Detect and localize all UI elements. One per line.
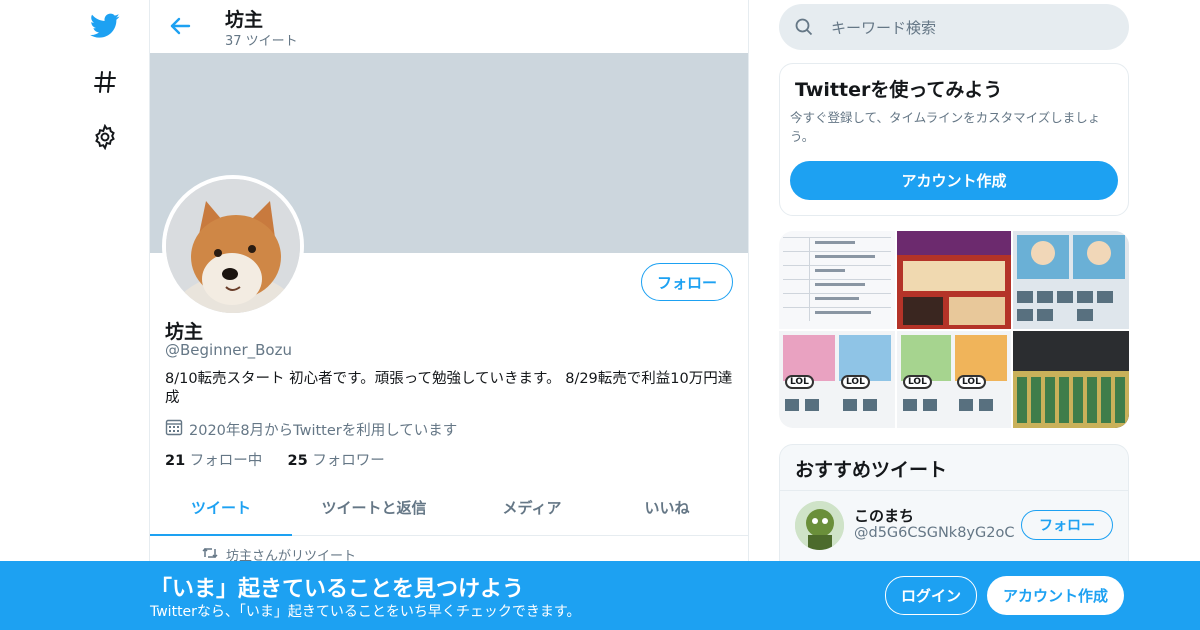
- calendar-icon: [165, 418, 183, 440]
- profile-tabs: ツイート ツイートと返信 メディア いいね: [150, 480, 748, 536]
- bottom-create-account-button[interactable]: アカウント作成: [987, 576, 1124, 615]
- recommended-title: おすすめツイート: [795, 459, 948, 481]
- login-button[interactable]: ログイン: [885, 576, 977, 615]
- search-box[interactable]: [779, 4, 1129, 52]
- lol-label: LOL: [841, 375, 870, 389]
- followers-label: フォロワー: [312, 453, 385, 469]
- hashtag-icon[interactable]: [90, 67, 120, 97]
- recommended-name: このまち: [854, 507, 915, 525]
- profile-column: 坊主 37 ツイート フォロー 坊主 @Beginner_Bozu 8/10転売…: [149, 0, 749, 630]
- create-account-button[interactable]: アカウント作成: [790, 161, 1118, 200]
- avatar[interactable]: [162, 175, 304, 317]
- signup-prompt-bar: 「いま」起きていることを見つけよう Twitterなら、「いま」起きていることを…: [0, 561, 1200, 630]
- following-stat[interactable]: 21 フォロー中: [165, 453, 262, 469]
- try-twitter-card: Twitterを使ってみよう 今すぐ登録して、タイムラインをカスタマイズしましょ…: [779, 63, 1129, 216]
- profile-header: 坊主 37 ツイート: [150, 0, 748, 53]
- recommended-avatar[interactable]: [795, 501, 844, 550]
- twitter-bird-icon[interactable]: [90, 11, 120, 41]
- following-count: 21: [165, 453, 186, 469]
- profile-name: 坊主: [165, 321, 204, 343]
- recommended-user[interactable]: このまち @d5G6CSGNk8yG2oC フォロー: [780, 490, 1128, 561]
- following-label: フォロー中: [189, 453, 263, 469]
- tab-likes[interactable]: いいね: [608, 480, 726, 535]
- profile-joined: 2020年8月からTwitterを利用しています: [165, 418, 457, 440]
- media-grid: LOL LOL LOL LOL: [779, 231, 1129, 428]
- try-card-description: 今すぐ登録して、タイムラインをカスタマイズしましょう。: [790, 110, 1101, 144]
- followers-count: 25: [287, 453, 308, 469]
- tab-media[interactable]: メディア: [456, 480, 608, 535]
- tab-tweets-and-replies[interactable]: ツイートと返信: [292, 480, 456, 535]
- recommended-handle: @d5G6CSGNk8yG2oC: [854, 525, 1015, 541]
- media-thumbnails[interactable]: [779, 231, 1129, 428]
- header-name: 坊主: [225, 9, 264, 31]
- back-arrow-icon[interactable]: [168, 12, 194, 40]
- bottom-bar-title: 「いま」起きていることを見つけよう: [150, 577, 525, 602]
- profile-handle: @Beginner_Bozu: [165, 341, 292, 359]
- follow-button[interactable]: フォロー: [641, 263, 733, 301]
- search-icon: [795, 18, 813, 40]
- profile-stats: 21 フォロー中 25 フォロワー: [165, 449, 385, 470]
- joined-text: 2020年8月からTwitterを利用しています: [189, 422, 458, 439]
- gear-icon[interactable]: [90, 122, 120, 152]
- search-input[interactable]: [829, 4, 1113, 52]
- profile-bio: 8/10転売スタート 初心者です。頑張って勉強していきます。 8/29転売で利益…: [165, 371, 733, 406]
- lol-label: LOL: [957, 375, 986, 389]
- lol-label: LOL: [903, 375, 932, 389]
- recommended-follow-button[interactable]: フォロー: [1021, 510, 1113, 540]
- lol-label: LOL: [785, 375, 814, 389]
- header-tweet-count: 37 ツイート: [225, 34, 298, 49]
- bottom-bar-subtitle: Twitterなら、「いま」起きていることをいち早くチェックできます。: [150, 604, 581, 620]
- tab-tweets[interactable]: ツイート: [150, 480, 292, 536]
- followers-stat[interactable]: 25 フォロワー: [288, 453, 385, 469]
- try-card-title: Twitterを使ってみよう: [795, 79, 1003, 101]
